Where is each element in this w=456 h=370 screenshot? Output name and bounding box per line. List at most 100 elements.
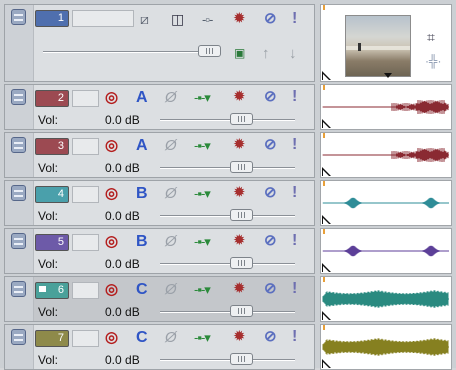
audio-track-header[interactable]: 4 ◎ B Ø -▪-▾ ✹ ⊘ ! Vol: 0.0 dB xyxy=(4,180,315,226)
track-number-badge[interactable]: 7 xyxy=(35,330,69,347)
video-thumbnail[interactable] xyxy=(345,15,411,77)
audio-track-lane[interactable] xyxy=(320,132,452,178)
fx-crop-icon[interactable]: ⧄ xyxy=(140,11,149,28)
collapse-track-icon[interactable] xyxy=(11,329,26,345)
track-fx-icon[interactable]: -▪-▾ xyxy=(194,137,211,154)
fx-gear-icon[interactable]: ✹ xyxy=(233,10,246,27)
video-track-header[interactable]: 1 ⧄ ◫ -▫- ✹ ⊘ ! ▣ ↑ ↓ xyxy=(4,4,315,82)
level-fader-track[interactable] xyxy=(43,51,218,53)
volume-slider-thumb[interactable] xyxy=(230,353,253,365)
track-number-badge[interactable]: 4 xyxy=(35,186,69,203)
audio-track-lane[interactable] xyxy=(320,276,452,322)
channel-letter[interactable]: B xyxy=(136,185,148,202)
audio-track-header[interactable]: 3 ◎ A Ø -▪-▾ ✹ ⊘ ! Vol: 0.0 dB xyxy=(4,132,315,178)
channel-letter[interactable]: A xyxy=(136,137,148,154)
track-number-badge[interactable]: 6 xyxy=(35,282,69,299)
track-name-field[interactable] xyxy=(72,234,99,251)
audio-track-lane[interactable] xyxy=(320,84,452,130)
channel-letter[interactable]: A xyxy=(136,89,148,106)
track-number-badge[interactable]: 5 xyxy=(35,234,69,251)
crop-icon[interactable]: ⌗ xyxy=(427,29,435,45)
solo-icon[interactable]: ! xyxy=(292,232,297,249)
record-arm-icon[interactable]: ◎ xyxy=(105,329,118,346)
volume-slider-thumb[interactable] xyxy=(230,161,253,173)
solo-icon[interactable]: ! xyxy=(292,88,297,105)
record-arm-icon[interactable]: ◎ xyxy=(105,281,118,298)
record-arm-icon[interactable]: ◎ xyxy=(105,89,118,106)
audio-track-lane[interactable] xyxy=(320,324,452,370)
volume-slider-track[interactable] xyxy=(160,215,295,217)
solo-icon[interactable]: ! xyxy=(292,328,297,345)
track-motion-icon[interactable]: -▫- xyxy=(202,11,213,28)
generated-media-icon[interactable]: ▣ xyxy=(234,45,245,62)
mute-icon[interactable]: ⊘ xyxy=(264,232,277,249)
solo-icon[interactable]: ! xyxy=(292,136,297,153)
volume-slider-thumb[interactable] xyxy=(230,257,253,269)
invert-phase-icon[interactable]: Ø xyxy=(165,281,177,298)
fx-gear-icon[interactable]: ✹ xyxy=(233,280,246,297)
mute-icon[interactable]: ⊘ xyxy=(264,10,277,27)
record-arm-icon[interactable]: ◎ xyxy=(105,137,118,154)
invert-phase-icon[interactable]: Ø xyxy=(165,329,177,346)
collapse-track-icon[interactable] xyxy=(11,281,26,297)
audio-track-header[interactable]: 5 ◎ B Ø -▪-▾ ✹ ⊘ ! Vol: 0.0 dB xyxy=(4,228,315,274)
audio-track-header[interactable]: 2 ◎ A Ø -▪-▾ ✹ ⊘ ! Vol: 0.0 dB xyxy=(4,84,315,130)
track-fx-icon[interactable]: -▪-▾ xyxy=(194,233,211,250)
volume-slider-thumb[interactable] xyxy=(230,113,253,125)
mute-icon[interactable]: ⊘ xyxy=(264,88,277,105)
audio-track-lane[interactable] xyxy=(320,228,452,274)
track-fx-icon[interactable]: -▪-▾ xyxy=(194,281,211,298)
collapse-track-icon[interactable] xyxy=(11,137,26,153)
collapse-track-icon[interactable] xyxy=(11,233,26,249)
solo-icon[interactable]: ! xyxy=(292,280,297,297)
mute-icon[interactable]: ⊘ xyxy=(264,184,277,201)
track-number-badge[interactable]: 1 xyxy=(35,10,69,27)
down-arrow-icon[interactable]: ↓ xyxy=(289,45,297,62)
invert-phase-icon[interactable]: Ø xyxy=(165,185,177,202)
collapse-track-icon[interactable] xyxy=(11,9,26,25)
fx-gear-icon[interactable]: ✹ xyxy=(233,232,246,249)
collapse-track-icon[interactable] xyxy=(11,185,26,201)
channel-letter[interactable]: C xyxy=(136,329,148,346)
track-name-field[interactable] xyxy=(72,282,99,299)
track-name-field[interactable] xyxy=(72,186,99,203)
volume-slider-track[interactable] xyxy=(160,263,295,265)
track-fx-icon[interactable]: -▪-▾ xyxy=(194,329,211,346)
mute-icon[interactable]: ⊘ xyxy=(264,136,277,153)
volume-slider-thumb[interactable] xyxy=(230,209,253,221)
track-name-field[interactable] xyxy=(72,138,99,155)
mute-icon[interactable]: ⊘ xyxy=(264,280,277,297)
collapse-track-icon[interactable] xyxy=(11,89,26,105)
fx-gear-icon[interactable]: ✹ xyxy=(233,184,246,201)
track-fx-icon[interactable]: -▪-▾ xyxy=(194,185,211,202)
audio-track-header[interactable]: 7 ◎ C Ø -▪-▾ ✹ ⊘ ! Vol: 0.0 dB xyxy=(4,324,315,370)
mute-icon[interactable]: ⊘ xyxy=(264,328,277,345)
volume-slider-track[interactable] xyxy=(160,359,295,361)
track-number-badge[interactable]: 3 xyxy=(35,138,69,155)
record-arm-icon[interactable]: ◎ xyxy=(105,185,118,202)
channel-letter[interactable]: C xyxy=(136,281,148,298)
composite-mode-icon[interactable]: ◫ xyxy=(171,11,184,28)
fx-gear-icon[interactable]: ✹ xyxy=(233,328,246,345)
up-arrow-icon[interactable]: ↑ xyxy=(262,45,270,62)
invert-phase-icon[interactable]: Ø xyxy=(165,89,177,106)
solo-icon[interactable]: ! xyxy=(292,184,297,201)
record-arm-icon[interactable]: ◎ xyxy=(105,233,118,250)
video-track-lane[interactable]: ⌗ ·╬· xyxy=(320,4,452,82)
pan-icon[interactable]: ·╬· xyxy=(425,53,442,69)
volume-slider-thumb[interactable] xyxy=(230,305,253,317)
audio-track-header[interactable]: 6 ◎ C Ø -▪-▾ ✹ ⊘ ! Vol: 0.0 dB xyxy=(4,276,315,322)
invert-phase-icon[interactable]: Ø xyxy=(165,233,177,250)
track-fx-icon[interactable]: -▪-▾ xyxy=(194,89,211,106)
solo-icon[interactable]: ! xyxy=(292,10,297,27)
volume-slider-track[interactable] xyxy=(160,119,295,121)
track-name-field[interactable] xyxy=(72,330,99,347)
fx-gear-icon[interactable]: ✹ xyxy=(233,136,246,153)
track-name-field[interactable] xyxy=(72,90,99,107)
track-name-field[interactable] xyxy=(72,10,134,27)
volume-slider-track[interactable] xyxy=(160,311,295,313)
channel-letter[interactable]: B xyxy=(136,233,148,250)
audio-track-lane[interactable] xyxy=(320,180,452,226)
fx-gear-icon[interactable]: ✹ xyxy=(233,88,246,105)
volume-slider-track[interactable] xyxy=(160,167,295,169)
